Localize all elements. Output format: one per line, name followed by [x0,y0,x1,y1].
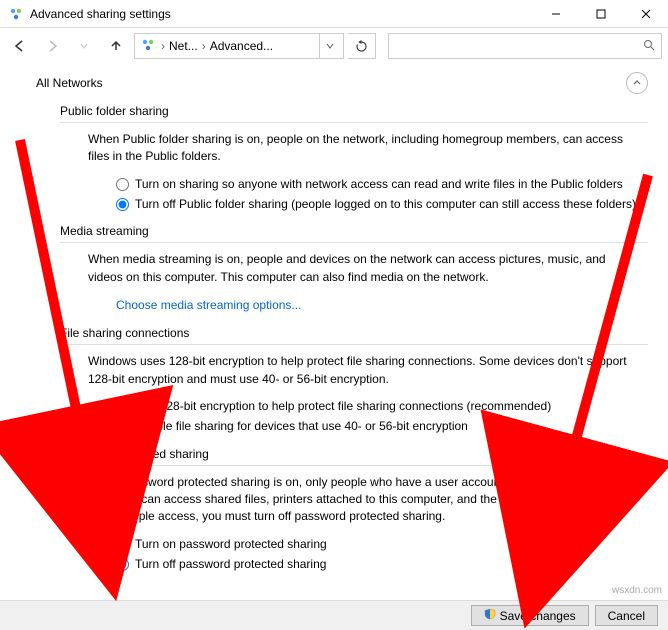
titlebar: Advanced sharing settings [0,0,668,28]
option-label: Enable file sharing for devices that use… [135,418,468,435]
section-password-sharing: Password protected sharing [60,447,648,466]
maximize-button[interactable] [578,0,623,28]
radio-input[interactable] [116,400,129,413]
shield-icon [484,608,496,623]
forward-button[interactable] [38,33,66,59]
save-button[interactable]: Save changes [471,605,589,626]
chevron-right-icon: › [159,39,167,53]
section-heading: File sharing connections [60,326,189,340]
profile-header[interactable]: All Networks [36,70,648,104]
breadcrumb-dropdown[interactable] [319,34,339,58]
breadcrumb[interactable]: › Net... › Advanced... [134,33,344,59]
section-heading: Public folder sharing [60,104,169,118]
refresh-button[interactable] [348,33,376,59]
content-pane: All Networks Public folder sharing When … [0,64,668,600]
radio-input[interactable] [116,198,129,211]
search-box[interactable] [388,33,662,59]
public-folder-on-option[interactable]: Turn on sharing so anyone with network a… [116,176,648,193]
close-button[interactable] [623,0,668,28]
breadcrumb-part[interactable]: Advanced... [210,39,273,53]
password-on-option[interactable]: Turn on password protected sharing [116,536,648,553]
media-options-link[interactable]: Choose media streaming options... [116,298,301,312]
cancel-label: Cancel [608,609,645,623]
media-desc: When media streaming is on, people and d… [88,251,628,286]
cancel-button[interactable]: Cancel [595,605,658,626]
encryption-128-option[interactable]: Use 128-bit encryption to help protect f… [116,398,648,415]
chevron-right-icon: › [200,39,208,53]
navbar: › Net... › Advanced... [0,28,668,64]
up-button[interactable] [102,33,130,59]
file-sharing-desc: Windows uses 128-bit encryption to help … [88,353,628,388]
section-heading: Password protected sharing [60,447,209,461]
section-file-sharing: File sharing connections [60,326,648,345]
back-button[interactable] [6,33,34,59]
network-icon [141,38,155,55]
profile-label: All Networks [36,76,103,90]
button-bar: Save changes Cancel [0,600,668,630]
radio-input[interactable] [116,558,129,571]
option-label: Turn off password protected sharing [135,556,326,573]
window-title: Advanced sharing settings [30,7,533,21]
password-off-option[interactable]: Turn off password protected sharing [116,556,648,573]
save-label: Save changes [500,609,576,623]
section-media-streaming: Media streaming [60,224,648,243]
breadcrumb-part[interactable]: Net... [169,39,198,53]
password-desc: When password protected sharing is on, o… [88,474,628,526]
public-folder-desc: When Public folder sharing is on, people… [88,131,628,166]
encryption-40-option[interactable]: Enable file sharing for devices that use… [116,418,648,435]
option-label: Turn on password protected sharing [135,536,327,553]
recent-dropdown[interactable] [70,33,98,59]
search-icon[interactable] [643,39,655,54]
option-label: Use 128-bit encryption to help protect f… [135,398,551,415]
minimize-button[interactable] [533,0,578,28]
section-heading: Media streaming [60,224,149,238]
radio-input[interactable] [116,420,129,433]
public-folder-off-option[interactable]: Turn off Public folder sharing (people l… [116,196,648,213]
option-label: Turn off Public folder sharing (people l… [135,196,636,213]
network-icon [8,6,24,22]
collapse-icon[interactable] [626,72,648,94]
option-label: Turn on sharing so anyone with network a… [135,176,623,193]
section-public-folder: Public folder sharing [60,104,648,123]
radio-input[interactable] [116,538,129,551]
watermark: wsxdn.com [612,585,662,596]
radio-input[interactable] [116,178,129,191]
search-input[interactable] [395,38,643,54]
